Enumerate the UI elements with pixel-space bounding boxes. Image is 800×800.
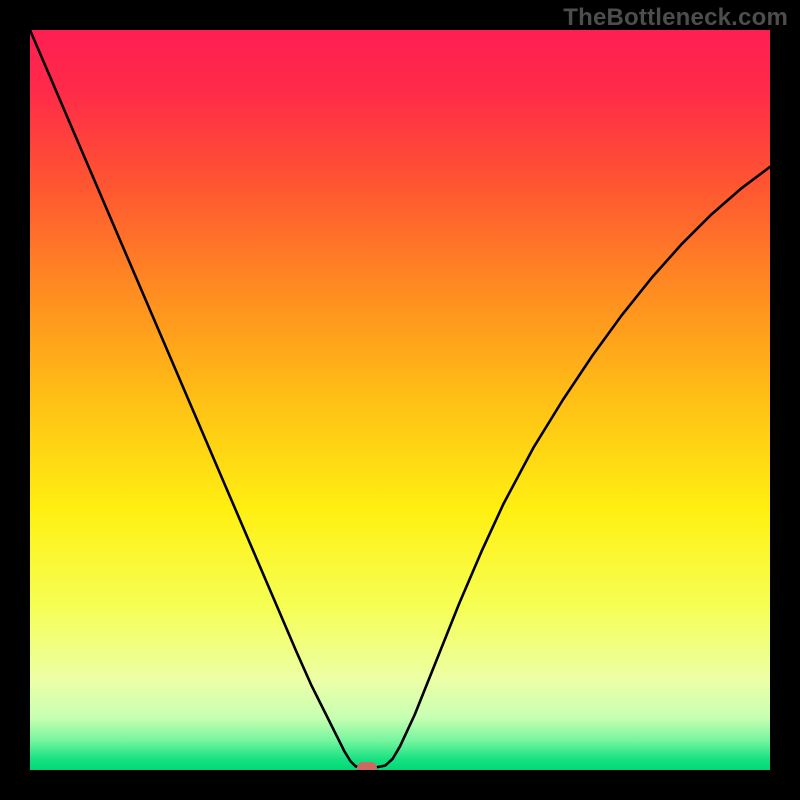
chart-frame: TheBottleneck.com xyxy=(0,0,800,800)
minimum-marker xyxy=(357,762,377,770)
gradient-background xyxy=(30,30,770,770)
chart-svg xyxy=(30,30,770,770)
plot-area xyxy=(30,30,770,770)
watermark-text: TheBottleneck.com xyxy=(563,4,788,32)
